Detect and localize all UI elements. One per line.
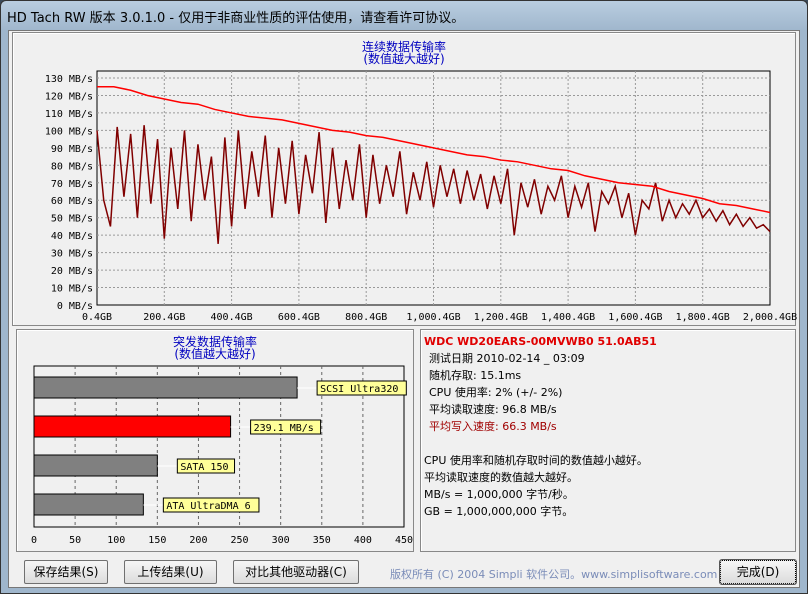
cpu-usage: CPU 使用率: 2% (+/- 2%)	[429, 386, 563, 399]
x-tick-label: 200	[189, 535, 207, 546]
drive-name: WDC WD20EARS-00MVWB0 51.0AB51	[424, 335, 657, 348]
avg-read: 平均读取速度: 96.8 MB/s	[429, 403, 557, 416]
avg-write: 平均写入速度: 66.3 MB/s	[429, 420, 557, 433]
x-tick-label: 250	[231, 535, 249, 546]
bar	[33, 493, 144, 516]
x-tick-label: 1,400.4GB	[541, 312, 595, 323]
x-tick-label: 1,200.4GB	[474, 312, 528, 323]
burst-chart: 0 50 100 150 200 250 300 350 400 450 SCSI Ultra320…	[31, 365, 413, 546]
x-tick-label: 0	[31, 535, 37, 546]
bar	[33, 376, 298, 399]
done-button[interactable]: 完成(D)	[719, 559, 797, 585]
bar-label: 239.1 MB/s	[254, 423, 314, 434]
compare-drives-button[interactable]: 对比其他驱动器(C)	[233, 560, 359, 584]
x-tick-label: 50	[69, 535, 81, 546]
upload-results-button[interactable]: 上传结果(U)	[124, 560, 217, 584]
x-tick-label: 100	[107, 535, 125, 546]
random-access: 随机存取: 15.1ms	[429, 369, 522, 382]
bar-label: SCSI Ultra320	[320, 384, 398, 395]
bar-label: ATA UltraDMA 6	[166, 501, 250, 512]
x-tick-label: 1,800.4GB	[676, 312, 730, 323]
copyright-link[interactable]: 版权所有 (C) 2004 Simpli 软件公司。www.simplisoft…	[390, 566, 717, 582]
x-tick-label: 150	[148, 535, 166, 546]
note: 平均读取速度的数值越大越好。	[424, 471, 578, 484]
x-tick-label: 350	[313, 535, 331, 546]
info-text: WDC WD20EARS-00MVWB0 51.0AB51 测试日期 2010-…	[424, 333, 657, 520]
bar-label: SATA 150	[180, 462, 228, 473]
note: GB = 1,000,000,000 字节。	[424, 505, 574, 518]
save-results-button[interactable]: 保存结果(S)	[24, 560, 108, 584]
test-date: 测试日期 2010-02-14 _ 03:09	[429, 352, 585, 365]
note: CPU 使用率和随机存取时间的数值越小越好。	[424, 454, 648, 467]
x-tick-label: 450	[395, 535, 413, 546]
x-tick-label: 400	[354, 535, 372, 546]
bar	[33, 454, 158, 477]
x-tick-label: 300	[272, 535, 290, 546]
bar	[33, 415, 232, 438]
note: MB/s = 1,000,000 字节/秒。	[424, 488, 574, 501]
x-tick-label: 2,000.4GB	[743, 312, 797, 323]
x-tick-label: 1,600.4GB	[608, 312, 662, 323]
